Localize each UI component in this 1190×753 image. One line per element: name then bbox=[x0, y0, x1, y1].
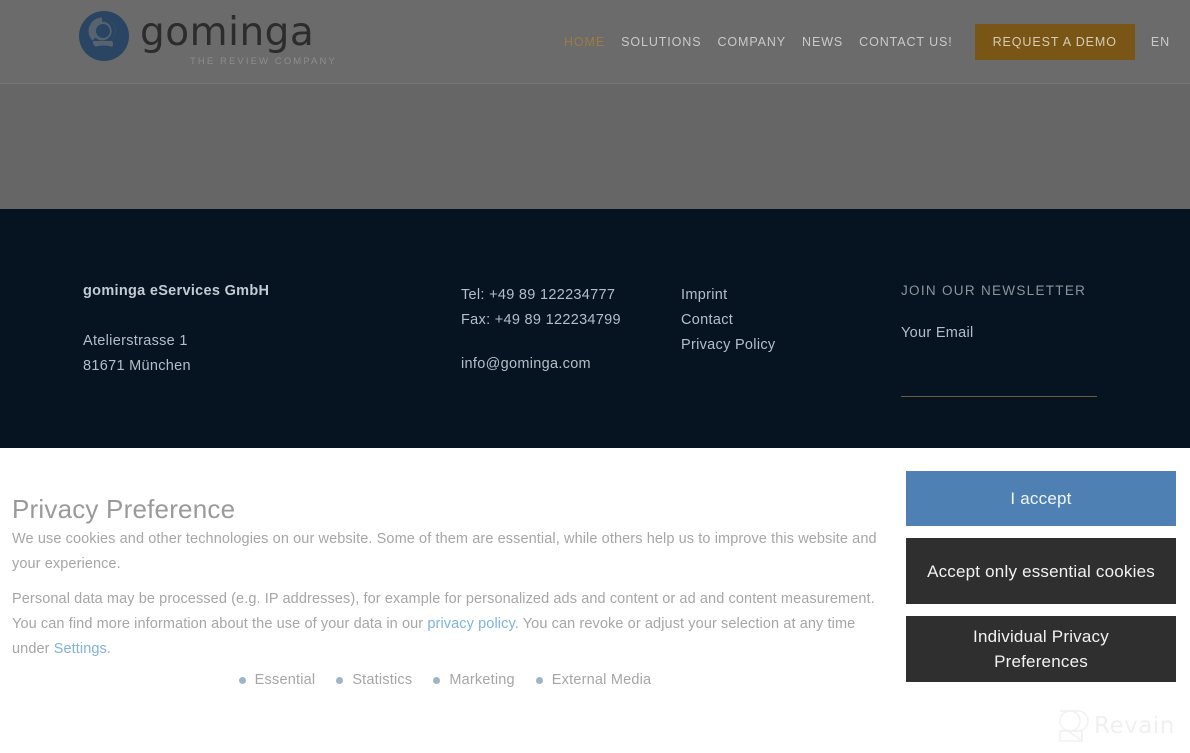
cookie-banner-actions: I accept Accept only essential cookies I… bbox=[906, 471, 1176, 682]
footer-address-line-1: Atelierstrasse 1 bbox=[83, 333, 188, 349]
nav-item-home[interactable]: HOME bbox=[556, 35, 613, 49]
footer-column-address: gominga eServices GmbH Atelierstrasse 1 … bbox=[83, 283, 443, 379]
cookie-category-label: Statistics bbox=[352, 672, 413, 688]
logo-text-block: gominga THE REVIEW COMPANY bbox=[140, 10, 337, 68]
nav-item-solutions[interactable]: SOLUTIONS bbox=[613, 35, 709, 49]
footer-column-links: Imprint Contact Privacy Policy bbox=[681, 283, 881, 358]
cookie-category-statistics[interactable]: Statistics bbox=[336, 672, 412, 688]
footer-column-newsletter: JOIN OUR NEWSLETTER Your Email bbox=[901, 283, 1101, 397]
checkbox-dot-icon bbox=[433, 676, 441, 684]
site-logo[interactable]: gominga THE REVIEW COMPANY bbox=[78, 10, 337, 67]
footer-phone: Tel: +49 89 122234777 bbox=[461, 287, 616, 303]
accept-all-cookies-button[interactable]: I accept bbox=[906, 471, 1176, 526]
privacy-policy-link[interactable]: privacy policy bbox=[427, 616, 514, 632]
cookie-banner-paragraph-2: Personal data may be processed (e.g. IP … bbox=[12, 587, 878, 662]
cookie-banner-title: Privacy Preference bbox=[12, 494, 236, 524]
footer-column-contact: Tel: +49 89 122234777 Fax: +49 89 122234… bbox=[461, 283, 671, 372]
footer-company-name: gominga eServices GmbH bbox=[83, 283, 270, 299]
footer-fax: Fax: +49 89 122234799 bbox=[461, 312, 621, 328]
cookie-paragraph2-part3: . bbox=[106, 641, 112, 657]
settings-link[interactable]: Settings bbox=[54, 641, 107, 657]
newsletter-heading: JOIN OUR NEWSLETTER bbox=[901, 283, 1087, 298]
cookie-banner-text-area: Privacy Preference We use cookies and ot… bbox=[12, 495, 878, 688]
accept-essential-cookies-button[interactable]: Accept only essential cookies bbox=[906, 538, 1176, 604]
hero-dim-overlay bbox=[0, 83, 1190, 209]
newsletter-email-label: Your Email bbox=[901, 325, 974, 341]
footer-link-privacy-policy[interactable]: Privacy Policy bbox=[681, 333, 881, 358]
cookie-consent-banner: Privacy Preference We use cookies and ot… bbox=[0, 448, 1190, 753]
request-a-demo-button[interactable]: REQUEST A DEMO bbox=[974, 23, 1135, 60]
checkbox-dot-icon bbox=[238, 676, 246, 684]
page-root: gominga THE REVIEW COMPANY HOME SOLUTION… bbox=[0, 0, 1190, 753]
cookie-category-label: Essential bbox=[254, 672, 316, 688]
newsletter-email-input[interactable] bbox=[901, 353, 1097, 397]
nav-item-company[interactable]: COMPANY bbox=[709, 35, 794, 49]
logo-tagline: THE REVIEW COMPANY bbox=[190, 56, 337, 67]
gominga-logo-icon bbox=[79, 11, 129, 61]
language-switcher[interactable]: EN bbox=[1145, 35, 1176, 49]
cookie-category-essential[interactable]: Essential bbox=[238, 672, 316, 688]
cookie-category-external-media[interactable]: External Media bbox=[535, 672, 652, 688]
cookie-category-list: Essential Statistics Marketing External … bbox=[12, 672, 878, 688]
footer-address-line-2: 81671 München bbox=[83, 358, 191, 374]
main-navigation: HOME SOLUTIONS COMPANY NEWS CONTACT US! … bbox=[556, 0, 1176, 83]
footer-link-imprint[interactable]: Imprint bbox=[681, 283, 881, 308]
footer-email-link[interactable]: info@gominga.com bbox=[461, 356, 671, 372]
logo-wordmark: gominga bbox=[140, 10, 315, 55]
cookie-banner-paragraph-1: We use cookies and other technologies on… bbox=[12, 531, 877, 572]
site-header: gominga THE REVIEW COMPANY HOME SOLUTION… bbox=[0, 0, 1190, 83]
individual-privacy-preferences-button[interactable]: Individual Privacy Preferences bbox=[906, 616, 1176, 682]
cookie-category-label: Marketing bbox=[449, 672, 515, 688]
checkbox-dot-icon bbox=[336, 676, 344, 684]
checkbox-dot-icon bbox=[535, 676, 543, 684]
nav-item-news[interactable]: NEWS bbox=[794, 35, 851, 49]
cookie-category-label: External Media bbox=[551, 672, 652, 688]
footer-link-contact[interactable]: Contact bbox=[681, 308, 881, 333]
cookie-category-marketing[interactable]: Marketing bbox=[433, 672, 515, 688]
nav-item-contact-us[interactable]: CONTACT US! bbox=[851, 35, 960, 49]
site-footer: gominga eServices GmbH Atelierstrasse 1 … bbox=[0, 209, 1190, 660]
